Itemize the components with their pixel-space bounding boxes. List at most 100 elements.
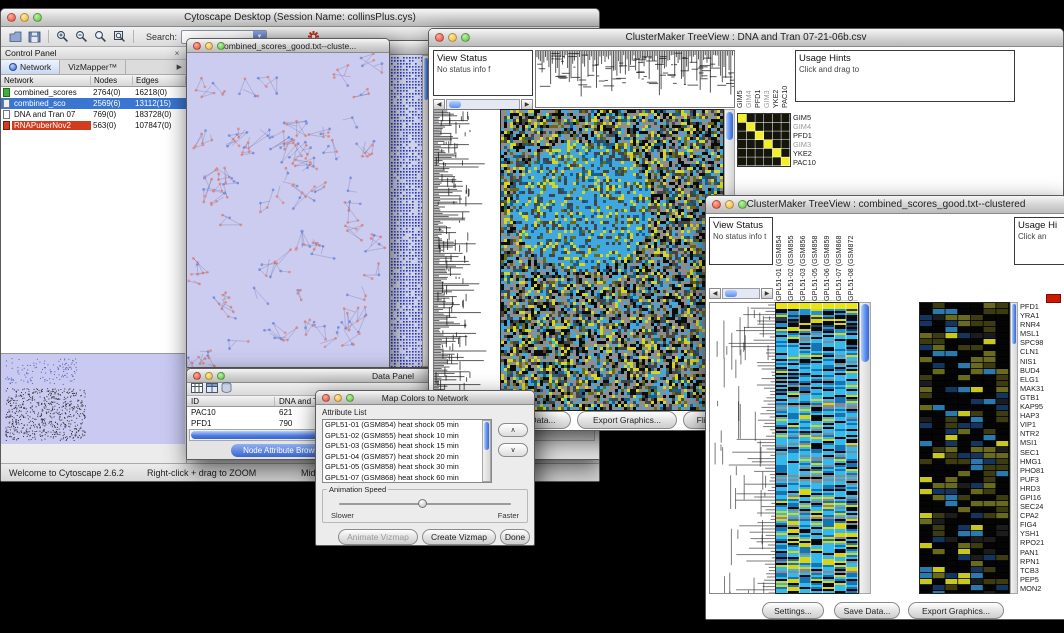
gene-label[interactable]: MSL1 (1020, 329, 1064, 338)
attribute-list-item[interactable]: GPL51-04 (GSM857) heat shock 20 min (323, 452, 491, 463)
gene-label[interactable]: KAP95 (1020, 402, 1064, 411)
attribute-list-item[interactable]: GPL51-01 (GSM854) heat shock 05 min (323, 420, 491, 431)
map-colors-titlebar[interactable]: Map Colors to Network (316, 391, 534, 405)
network-row[interactable]: combined_scores2764(0)16218(0) (1, 87, 186, 98)
zoom-button[interactable] (461, 33, 470, 42)
scroll-thumb[interactable] (861, 304, 869, 362)
gene-label[interactable]: MON2 (1020, 584, 1064, 593)
done-button[interactable]: Done (500, 529, 530, 545)
tab-overflow-icon[interactable]: ▶ (173, 60, 186, 74)
move-down-button[interactable]: ∨ (498, 443, 528, 457)
export-graphics-button[interactable]: Export Graphics... (577, 411, 677, 429)
network-view-canvas[interactable] (187, 53, 389, 367)
animate-vizmap-button[interactable]: Animate Vizmap (338, 529, 418, 545)
combined-dendrogram-canvas[interactable] (709, 302, 776, 594)
minimize-button[interactable] (20, 13, 29, 22)
gene-label[interactable]: CLN1 (1020, 347, 1064, 356)
gene-label[interactable]: YSH1 (1020, 529, 1064, 538)
network-row[interactable]: combined_sco2569(6)13112(15) (1, 98, 186, 109)
dna-heatmap-canvas[interactable] (500, 109, 724, 411)
tab-network[interactable]: Network (1, 60, 60, 74)
gene-label[interactable]: PEP5 (1020, 575, 1064, 584)
scroll-thumb[interactable] (1012, 304, 1016, 344)
combined-zoom-vscroll[interactable] (1010, 302, 1018, 594)
attribute-list[interactable]: GPL51-01 (GSM854) heat shock 05 minGPL51… (322, 419, 492, 483)
gene-label[interactable]: PFD1 (1020, 302, 1064, 311)
zoom-button[interactable] (346, 394, 354, 402)
gene-label[interactable]: SEC1 (1020, 448, 1064, 457)
combined-zoom-heatmap-canvas[interactable] (919, 302, 1010, 594)
network-view-titlebar[interactable]: combined_scores_good.txt--cluste... (187, 39, 389, 53)
attribute-list-vscroll[interactable] (482, 420, 491, 482)
gene-label[interactable]: HRD3 (1020, 484, 1064, 493)
gene-label[interactable]: BUD4 (1020, 366, 1064, 375)
attribute-list-item[interactable]: GPL51-07 (GSM868) heat shock 60 min (323, 473, 491, 484)
scroll-thumb[interactable] (726, 112, 733, 140)
gene-label[interactable]: PHO81 (1020, 466, 1064, 475)
gene-label[interactable]: YRA1 (1020, 311, 1064, 320)
gene-label[interactable]: SEC24 (1020, 502, 1064, 511)
close-button[interactable] (7, 13, 16, 22)
dna-left-dendrogram-canvas[interactable] (433, 109, 501, 411)
scroll-right-button[interactable]: ▶ (761, 288, 773, 299)
move-up-button[interactable]: ∧ (498, 423, 528, 437)
network-row[interactable]: DNA and Tran 07769(0)183728(0) (1, 109, 186, 120)
close-button[interactable] (712, 200, 721, 209)
scroll-track[interactable] (722, 288, 760, 299)
gene-label[interactable]: SPC98 (1020, 338, 1064, 347)
close-button[interactable] (322, 394, 330, 402)
gene-label[interactable]: HMG1 (1020, 457, 1064, 466)
gene-label[interactable]: TCB3 (1020, 566, 1064, 575)
save-data-button[interactable]: Save Data... (834, 602, 900, 619)
minimize-button[interactable] (205, 42, 213, 50)
gene-label[interactable]: FIG4 (1020, 520, 1064, 529)
gene-label[interactable]: PAN1 (1020, 548, 1064, 557)
zoom-button[interactable] (738, 200, 747, 209)
attribute-list-item[interactable]: GPL51-05 (GSM858) heat shock 30 min (323, 462, 491, 473)
close-button[interactable] (435, 33, 444, 42)
slider-thumb[interactable] (418, 499, 427, 508)
save-session-icon[interactable] (26, 29, 43, 45)
animation-speed-slider[interactable] (339, 503, 511, 505)
create-vizmap-button[interactable]: Create Vizmap (422, 529, 496, 545)
dna-correlation-matrix-canvas[interactable] (737, 113, 791, 167)
network-row[interactable]: RNAPuberNov2563(0)107847(0) (1, 120, 186, 131)
gene-label[interactable]: MAK31 (1020, 384, 1064, 393)
gene-label[interactable]: HAP3 (1020, 411, 1064, 420)
attribute-list-item[interactable]: GPL51-02 (GSM855) heat shock 10 min (323, 431, 491, 442)
gene-label[interactable]: CPA2 (1020, 511, 1064, 520)
close-button[interactable] (193, 372, 201, 380)
zoom-out-icon[interactable] (73, 29, 90, 45)
scroll-thumb[interactable] (484, 422, 489, 450)
scroll-thumb[interactable] (449, 101, 461, 108)
gene-label[interactable]: ELG1 (1020, 375, 1064, 384)
tab-vizmapper[interactable]: VizMapper™ (60, 60, 126, 74)
combined-heatmap-canvas[interactable] (775, 302, 859, 594)
gene-label[interactable]: RPO21 (1020, 538, 1064, 547)
minimize-button[interactable] (725, 200, 734, 209)
dna-top-dendrogram-canvas[interactable] (535, 50, 735, 108)
minimize-button[interactable] (205, 372, 213, 380)
gene-label[interactable]: RNR4 (1020, 320, 1064, 329)
gene-label[interactable]: NTR2 (1020, 429, 1064, 438)
minimize-button[interactable] (334, 394, 342, 402)
zoom-button[interactable] (33, 13, 42, 22)
gene-label[interactable]: GPI16 (1020, 493, 1064, 502)
attribute-list-item[interactable]: GPL51-03 (GSM856) heat shock 15 min (323, 441, 491, 452)
zoom-button[interactable] (217, 372, 225, 380)
gene-label[interactable]: MSI1 (1020, 438, 1064, 447)
gene-label[interactable]: VIP1 (1020, 420, 1064, 429)
treeview-dna-titlebar[interactable]: ClusterMaker TreeView : DNA and Tran 07-… (429, 29, 1063, 47)
zoom-actual-icon[interactable] (92, 29, 109, 45)
gene-label[interactable]: PUF3 (1020, 475, 1064, 484)
zoom-fit-icon[interactable] (111, 29, 128, 45)
minimize-button[interactable] (448, 33, 457, 42)
combined-heatmap-vscroll[interactable] (859, 302, 871, 594)
open-session-icon[interactable] (7, 29, 24, 45)
export-graphics-button[interactable]: Export Graphics... (908, 602, 1004, 619)
close-panel-icon[interactable]: × (172, 49, 182, 58)
gene-label[interactable]: NIS1 (1020, 357, 1064, 366)
scroll-thumb[interactable] (725, 290, 737, 297)
close-button[interactable] (193, 42, 201, 50)
treeview-combined-titlebar[interactable]: ClusterMaker TreeView : combined_scores_… (706, 196, 1064, 214)
